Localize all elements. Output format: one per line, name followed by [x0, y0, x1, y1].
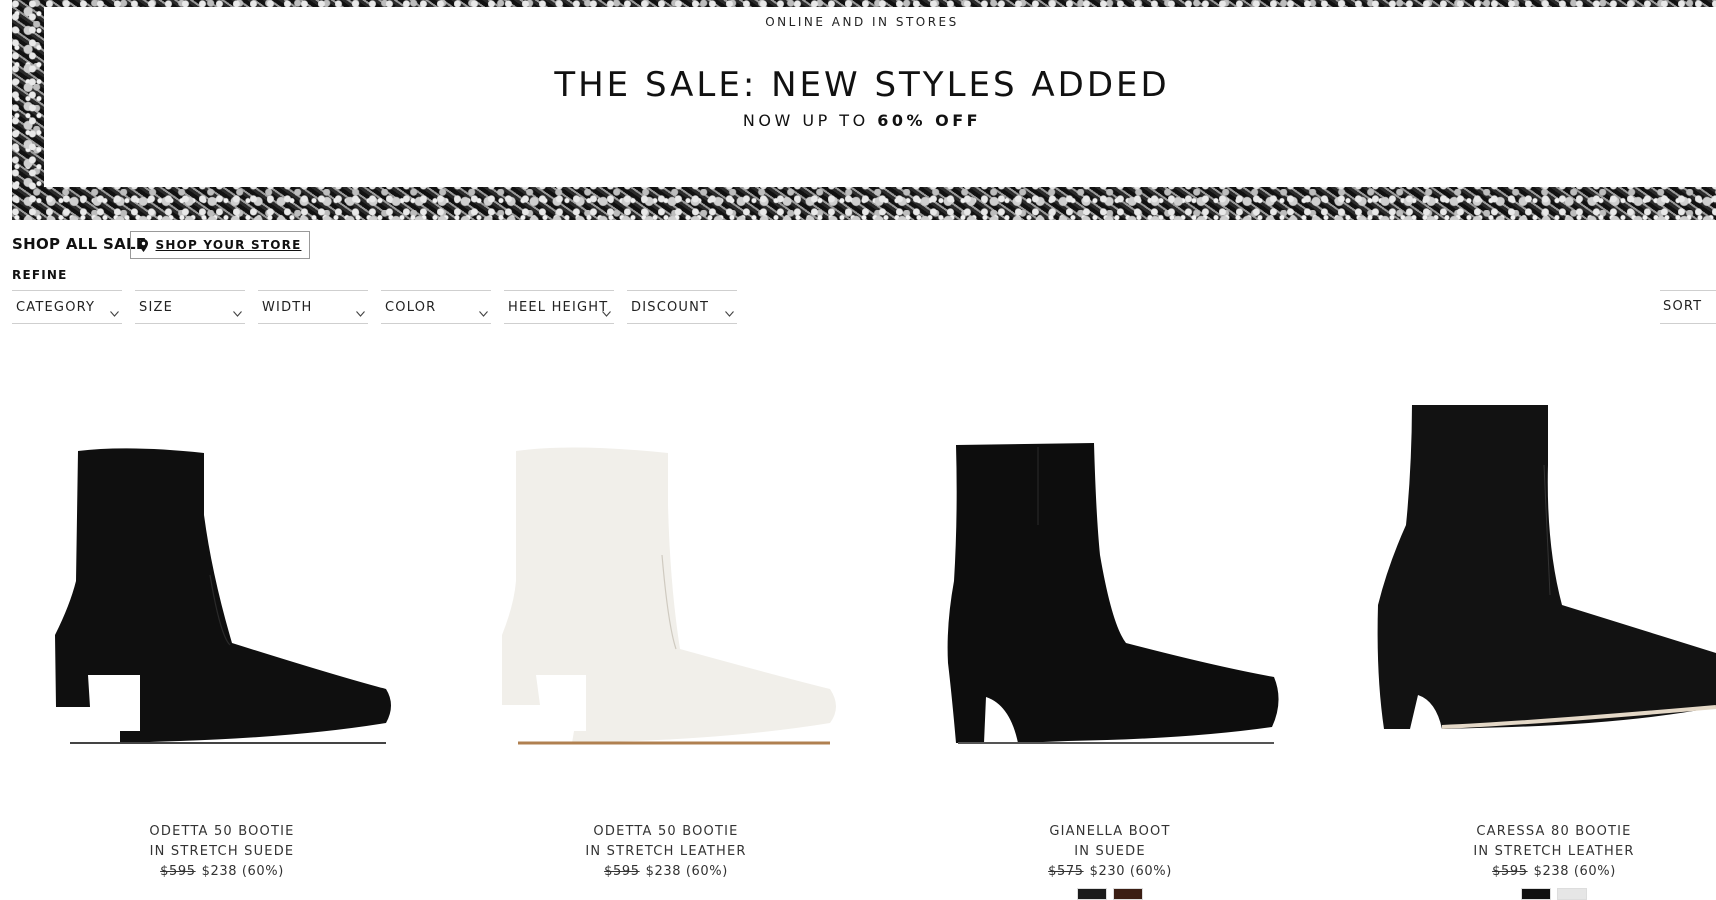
banner-subtitle-prefix: NOW UP TO: [742, 111, 878, 130]
filter-label: WIDTH: [262, 300, 313, 315]
original-price: $595: [160, 864, 196, 879]
product-material: IN STRETCH SUEDE: [149, 844, 295, 859]
sale-price: $238 (60%): [201, 864, 284, 879]
product-name[interactable]: ODETTA 50 BOOTIE: [0, 824, 444, 839]
map-pin-icon: [138, 238, 148, 252]
refine-label: REFINE: [12, 268, 68, 282]
sale-banner[interactable]: ONLINE AND IN STORES THE SALE: NEW STYLE…: [12, 0, 1716, 220]
chevron-down-icon: [356, 302, 365, 321]
color-swatch[interactable]: [1113, 888, 1143, 900]
color-swatches: [1332, 888, 1716, 900]
filter-label: SIZE: [139, 300, 174, 315]
sort-dropdown[interactable]: SORT: [1660, 290, 1716, 324]
filter-label: COLOR: [385, 300, 437, 315]
chevron-down-icon: [602, 302, 611, 321]
product-image-bootie[interactable]: [0, 405, 444, 785]
filter-color-dropdown[interactable]: COLOR: [381, 290, 491, 324]
product-image-bootie[interactable]: [1332, 405, 1716, 785]
shop-all-sale-heading[interactable]: SHOP ALL SALE: [12, 235, 146, 253]
shop-your-store-label: SHOP YOUR STORE: [155, 238, 302, 252]
sale-price: $238 (60%): [645, 864, 728, 879]
banner-panel: ONLINE AND IN STORES THE SALE: NEW STYLE…: [44, 7, 1716, 187]
filter-width-dropdown[interactable]: WIDTH: [258, 290, 368, 324]
banner-subtitle-emphasis: 60% OFF: [877, 111, 982, 130]
original-price: $575: [1048, 864, 1084, 879]
sale-price: $230 (60%): [1089, 864, 1172, 879]
product-name[interactable]: CARESSA 80 BOOTIE: [1332, 824, 1716, 839]
product-card[interactable]: ODETTA 50 BOOTIE IN STRETCH LEATHER $595…: [444, 405, 888, 896]
filter-discount-dropdown[interactable]: DISCOUNT: [627, 290, 737, 324]
product-price: $595 $238 (60%): [0, 864, 444, 879]
product-image-boot[interactable]: [888, 405, 1332, 785]
banner-eyebrow: ONLINE AND IN STORES: [765, 15, 959, 29]
product-name[interactable]: ODETTA 50 BOOTIE: [444, 824, 888, 839]
product-image-bootie[interactable]: [444, 405, 888, 785]
product-price: $595 $238 (60%): [1332, 864, 1716, 879]
filter-category-dropdown[interactable]: CATEGORY: [12, 290, 122, 324]
chevron-down-icon: [110, 302, 119, 321]
shop-your-store-button[interactable]: SHOP YOUR STORE: [130, 231, 310, 259]
original-price: $595: [604, 864, 640, 879]
product-material: IN STRETCH LEATHER: [1473, 844, 1635, 859]
filter-heel-height-dropdown[interactable]: HEEL HEIGHT: [504, 290, 614, 324]
color-swatch[interactable]: [1077, 888, 1107, 900]
color-swatch[interactable]: [1557, 888, 1587, 900]
filter-bar: CATEGORY SIZE WIDTH COLOR HEEL HEIGHT DI…: [12, 290, 750, 324]
filter-label: CATEGORY: [16, 300, 96, 315]
banner-subtitle: NOW UP TO 60% OFF: [44, 111, 1680, 130]
filter-size-dropdown[interactable]: SIZE: [135, 290, 245, 324]
color-swatches: [888, 888, 1332, 900]
chevron-down-icon: [725, 302, 734, 321]
product-material: IN SUEDE: [1074, 844, 1146, 859]
chevron-down-icon: [479, 302, 488, 321]
color-swatch[interactable]: [1521, 888, 1551, 900]
product-card[interactable]: CARESSA 80 BOOTIE IN STRETCH LEATHER $59…: [1332, 405, 1716, 900]
product-price: $595 $238 (60%): [444, 864, 888, 879]
sort-label: SORT: [1663, 299, 1703, 314]
product-name[interactable]: GIANELLA BOOT: [888, 824, 1332, 839]
product-card[interactable]: GIANELLA BOOT IN SUEDE $575 $230 (60%): [888, 405, 1332, 900]
filter-label: DISCOUNT: [631, 300, 710, 315]
original-price: $595: [1492, 864, 1528, 879]
product-price: $575 $230 (60%): [888, 864, 1332, 879]
sale-price: $238 (60%): [1533, 864, 1616, 879]
chevron-down-icon: [233, 302, 242, 321]
product-material: IN STRETCH LEATHER: [585, 844, 747, 859]
product-card[interactable]: ODETTA 50 BOOTIE IN STRETCH SUEDE $595 $2…: [0, 405, 444, 896]
banner-title: THE SALE: NEW STYLES ADDED: [554, 65, 1170, 105]
filter-label: HEEL HEIGHT: [508, 300, 609, 315]
